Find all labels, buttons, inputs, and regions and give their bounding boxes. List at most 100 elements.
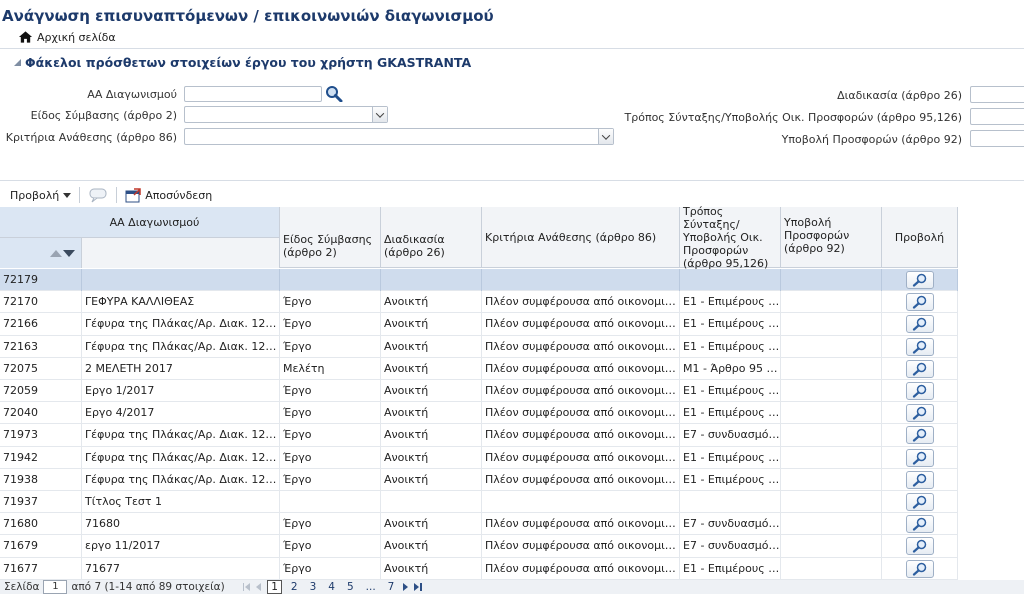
cell-submission [781, 557, 882, 580]
table-row[interactable]: 71942 Γέφυρα της Πλάκας/Αρ. Διακ. 12345 Έρ… [0, 446, 958, 469]
table-row[interactable]: 71679 εργο 11/2017 Έργο Ανοικτή Πλέον συμφέρ… [0, 535, 958, 558]
last-page-icon[interactable] [414, 583, 422, 591]
view-button[interactable] [906, 271, 934, 289]
cell-criteria: Πλέον συμφέρουσα από οικονομική άπο... [482, 402, 680, 425]
cell-drafting: Μ1 - Άρθρο 95 - π... [680, 357, 781, 380]
cell-procedure: Ανοικτή [381, 513, 482, 536]
page-link[interactable]: 5 [344, 581, 357, 593]
view-button[interactable] [906, 293, 934, 312]
header-contract[interactable]: Είδος Σύμβασης (άρθρο 2) [280, 207, 381, 268]
view-button[interactable] [906, 315, 934, 334]
freeze-icon[interactable] [88, 187, 108, 203]
cell-aa: 72163 [0, 335, 82, 358]
page-nav: 1 2 3 4 5 ... 7 [242, 580, 422, 594]
table-row[interactable]: 72166 Γέφυρα της Πλάκας/Αρ. Διακ. 12345 Έρ… [0, 313, 958, 336]
table-row[interactable]: 72040 Εργο 4/2017 Έργο Ανοικτή Πλέον συμφέρο… [0, 402, 958, 425]
view-button[interactable] [906, 537, 934, 556]
criteria-select[interactable] [184, 128, 614, 145]
magnifier-icon [912, 562, 927, 576]
search-icon[interactable] [325, 85, 343, 102]
cell-procedure: Ανοικτή [381, 380, 482, 402]
toolbar: Προβολή Αποσύνδεση [0, 184, 212, 206]
sort-control[interactable] [0, 238, 82, 268]
cell-title: Εργο 4/2017 [82, 402, 280, 425]
submission-select[interactable] [970, 130, 1024, 147]
table-row[interactable]: 71680 71680 Έργο Ανοικτή Πλέον συμφέρουσα απ… [0, 513, 958, 536]
contract-type-select[interactable] [184, 106, 388, 123]
cell-procedure [381, 269, 482, 291]
sort-asc-icon[interactable] [50, 249, 62, 257]
cell-aa: 72075 [0, 357, 82, 380]
table-row[interactable]: 72179 [0, 269, 958, 292]
table-row[interactable]: 72059 Εργο 1/2017 Έργο Ανοικτή Πλέον συμφέρο… [0, 380, 958, 403]
view-button[interactable] [906, 337, 934, 356]
view-button[interactable] [906, 382, 934, 400]
home-link[interactable]: Αρχική σελίδα [18, 30, 116, 44]
cell-drafting: Ε1 - Επιμέρους ποσ... [680, 291, 781, 314]
table-row[interactable]: 72075 2 ΜΕΛΕΤΗ 2017 Μελέτη Ανοικτή Πλέον συμ… [0, 357, 958, 380]
page-link[interactable]: 2 [288, 581, 301, 593]
view-menu[interactable]: Προβολή [10, 189, 72, 202]
cell-contract: Έργο [280, 313, 381, 336]
header-submission[interactable]: Υποβολή Προσφορών (άρθρο 92) [781, 207, 882, 268]
cell-aa: 72059 [0, 380, 82, 402]
table-row[interactable]: 71937 Τίτλος Τεστ 1 [0, 491, 958, 514]
aa-input[interactable] [184, 86, 322, 102]
chevron-down-icon[interactable] [598, 129, 613, 144]
home-icon [18, 31, 33, 43]
header-aa[interactable]: ΑΑ Διαγωνισμού [0, 207, 280, 268]
table-row[interactable]: 71973 Γέφυρα της Πλάκας/Αρ. Διακ. 12345 Έρ… [0, 424, 958, 447]
cell-criteria: Πλέον συμφέρουσα από οικονομική άπο... [482, 446, 680, 469]
view-button[interactable] [906, 404, 934, 423]
page-link[interactable]: 7 [385, 581, 398, 593]
sort-desc-icon[interactable] [63, 249, 75, 257]
cell-submission [781, 357, 882, 380]
cell-title: Γέφυρα της Πλάκας/Αρ. Διακ. 12345 [82, 446, 280, 469]
page-link[interactable]: 4 [325, 581, 338, 593]
view-button[interactable] [906, 515, 934, 534]
magnifier-icon [912, 495, 927, 509]
drafting-select[interactable] [970, 108, 1024, 125]
cell-criteria: Πλέον συμφέρουσα από οικονομική άπο... [482, 313, 680, 336]
table-row[interactable]: 72163 Γέφυρα της Πλάκας/Αρ. Διακ. 12345 Έρ… [0, 335, 958, 358]
cell-procedure: Ανοικτή [381, 424, 482, 447]
cell-procedure: Ανοικτή [381, 446, 482, 469]
page-link[interactable]: 3 [307, 581, 320, 593]
header-criteria[interactable]: Κριτήρια Ανάθεσης (άρθρο 86) [482, 207, 680, 268]
detach-label: Αποσύνδεση [145, 188, 213, 202]
cell-title: ΓΕΦΥΡΑ ΚΑΛΛΙΘΕΑΣ [82, 291, 280, 314]
page-link-current[interactable]: 1 [267, 580, 282, 594]
page-number-input[interactable]: 1 [43, 580, 68, 594]
cell-procedure: Ανοικτή [381, 357, 482, 380]
detach-button[interactable]: Αποσύνδεση [125, 187, 213, 203]
cell-procedure: Ανοικτή [381, 468, 482, 491]
cell-submission [781, 269, 882, 291]
cell-procedure: Ανοικτή [381, 402, 482, 425]
cell-drafting: Ε1 - Επιμέρους ποσ... [680, 380, 781, 402]
table-row[interactable]: 71677 71677 Έργο Ανοικτή Πλέον συμφέρουσα απ… [0, 557, 958, 580]
view-button[interactable] [906, 470, 934, 489]
cell-title: Γέφυρα της Πλάκας/Αρ. Διακ. 12345 [82, 424, 280, 447]
table-row[interactable]: 72170 ΓΕΦΥΡΑ ΚΑΛΛΙΘΕΑΣ Έργο Ανοικτή Πλέον συ… [0, 291, 958, 314]
first-page-icon[interactable] [242, 583, 251, 591]
header-procedure[interactable]: Διαδικασία (άρθρο 26) [381, 207, 482, 268]
cell-contract: Έργο [280, 335, 381, 358]
view-button[interactable] [906, 426, 934, 445]
view-button[interactable] [906, 559, 934, 578]
prev-page-icon[interactable] [256, 583, 262, 591]
cell-submission [781, 468, 882, 491]
section-header[interactable]: Φάκελοι πρόσθετων στοιχείων έργου του χρ… [14, 55, 471, 70]
page-label: Σελίδα [4, 581, 40, 593]
view-button[interactable] [906, 359, 934, 378]
chevron-down-icon[interactable] [372, 107, 387, 122]
table-row[interactable]: 71938 Γέφυρα της Πλάκας/Αρ. Διακ. 12345 Έρ… [0, 468, 958, 491]
view-button[interactable] [906, 493, 934, 511]
collapse-icon[interactable] [14, 59, 21, 66]
cell-procedure: Ανοικτή [381, 535, 482, 558]
procedure-select[interactable] [970, 86, 1024, 103]
pagination: Σελίδα 1 από 7 (1-14 από 89 στοιχεία) 1 … [0, 580, 1024, 594]
next-page-icon[interactable] [403, 583, 409, 591]
view-button[interactable] [906, 448, 934, 467]
header-drafting[interactable]: Τρόπος Σύνταξης/Υποβολής Οικ. Προσφορών … [680, 205, 781, 270]
magnifier-icon [912, 451, 927, 465]
